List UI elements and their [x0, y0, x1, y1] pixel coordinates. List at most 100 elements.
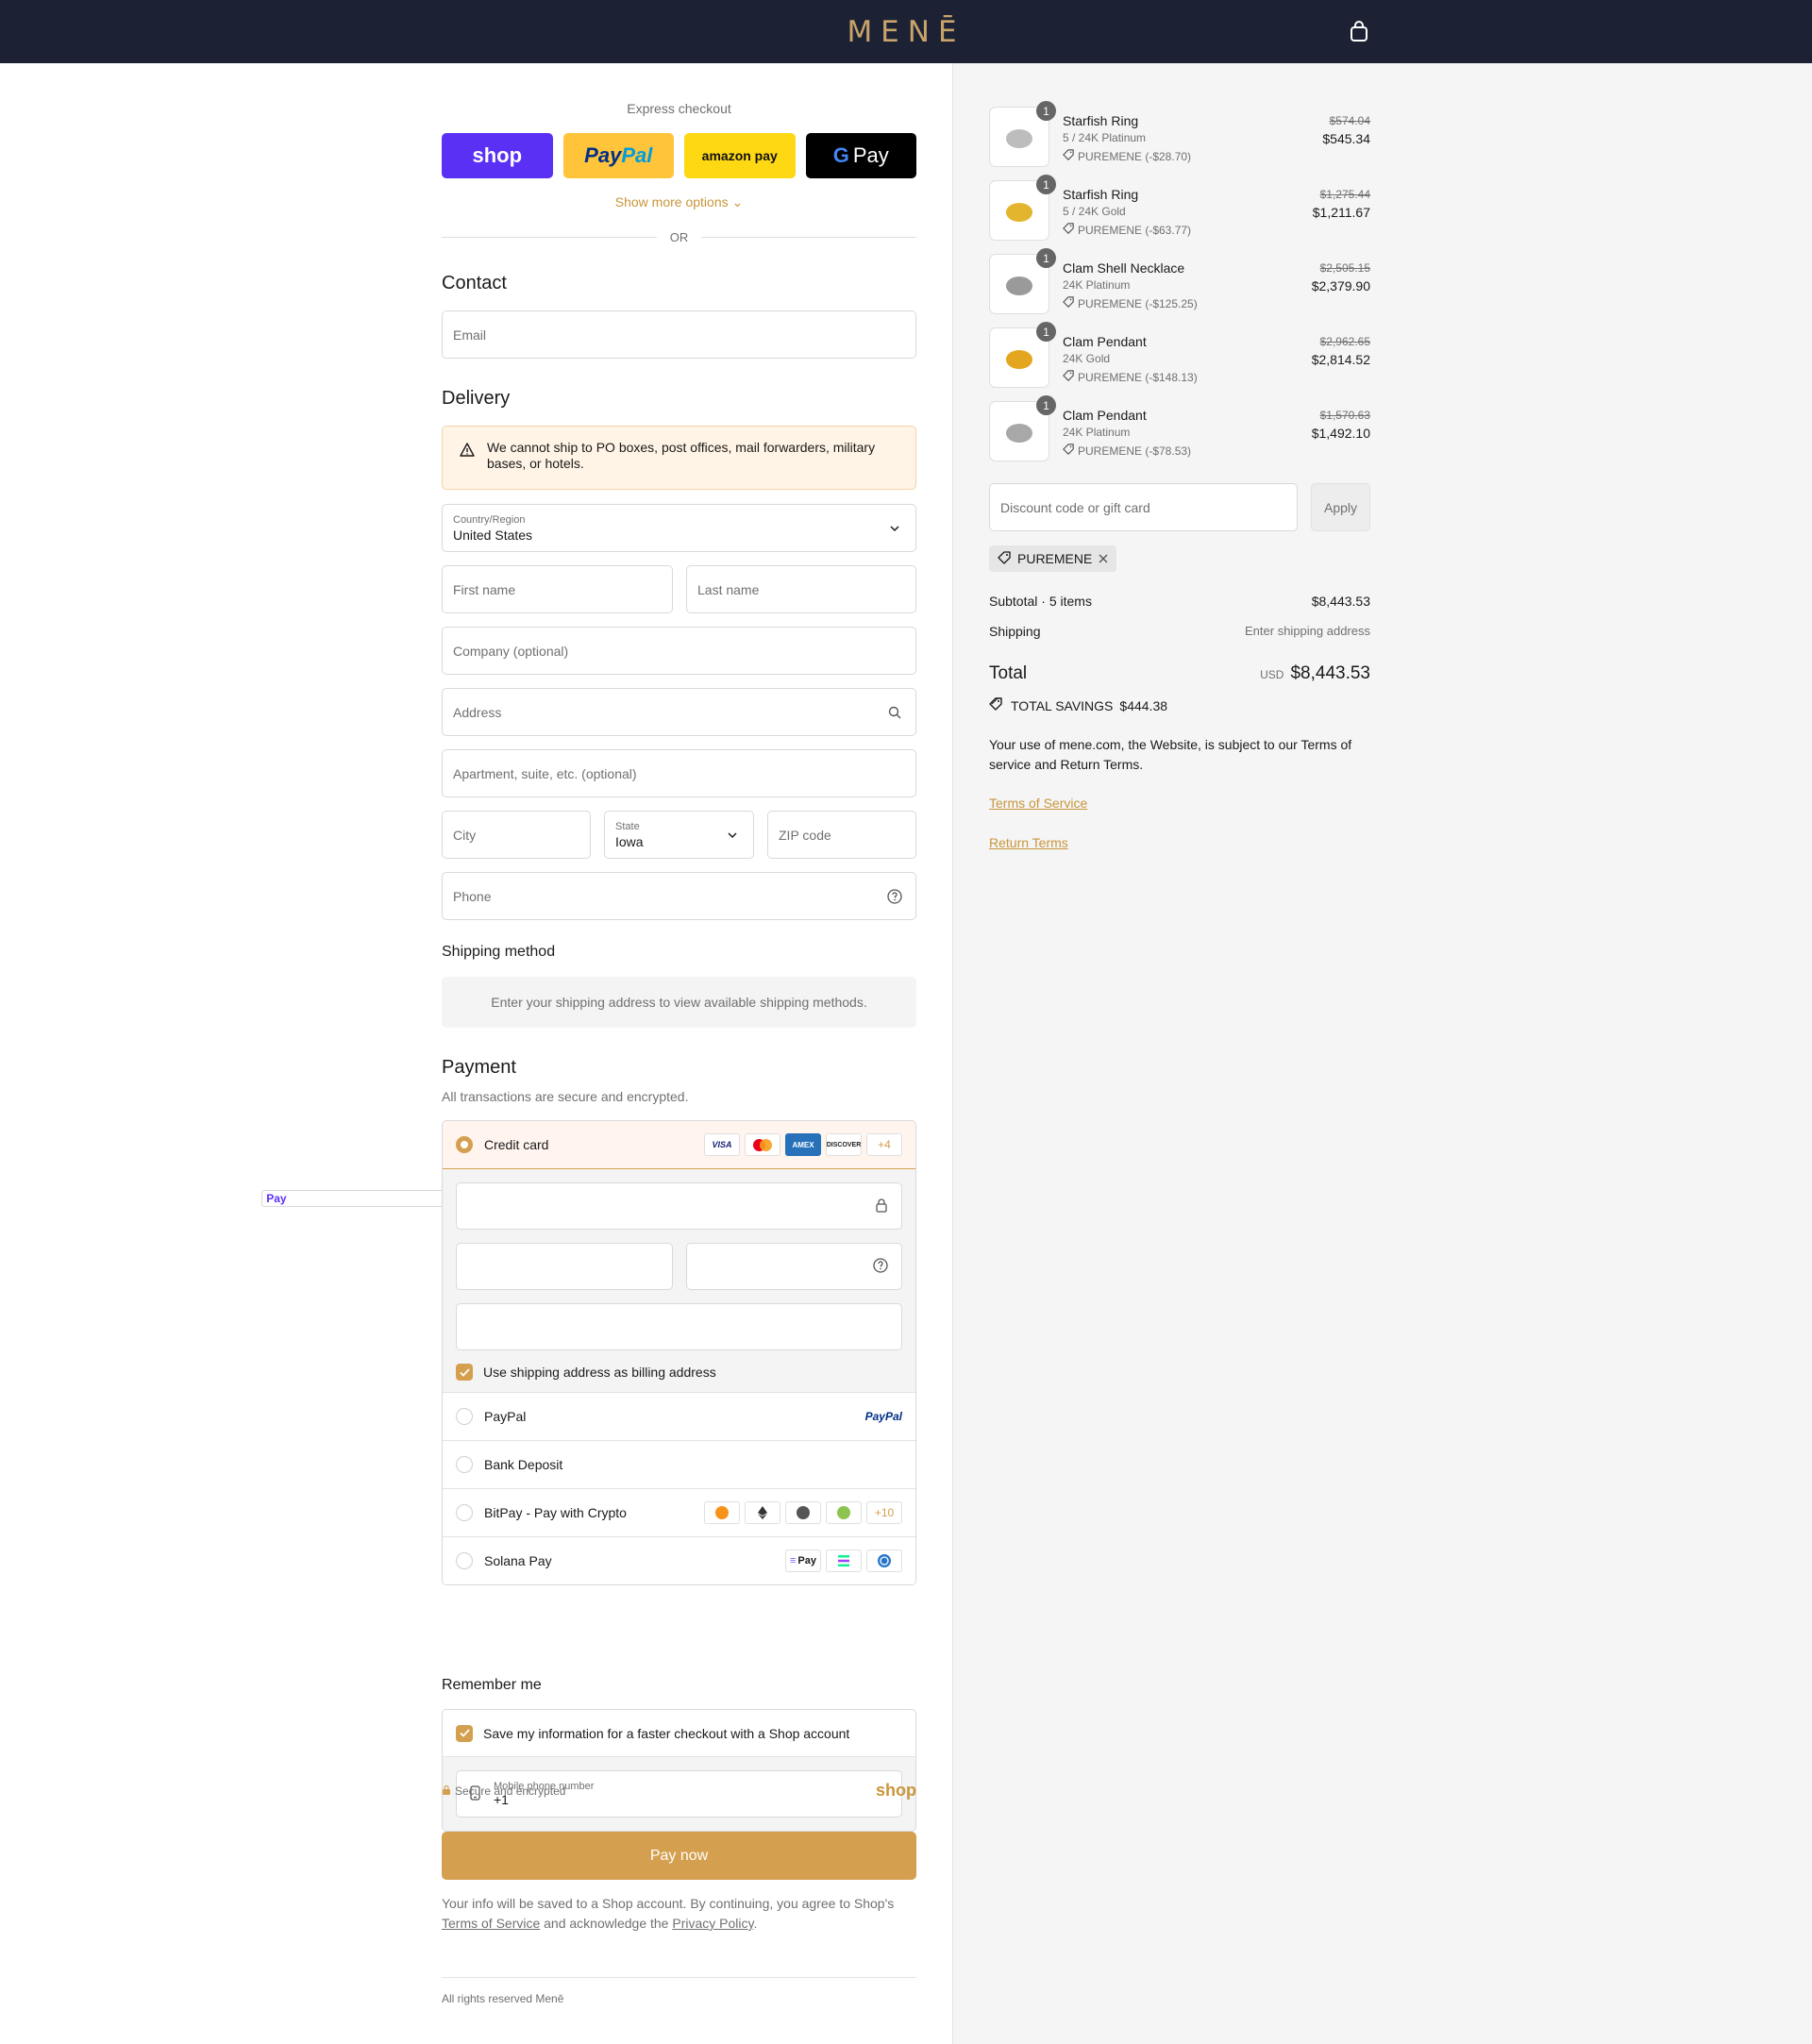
total-row: Total USD $8,443.53	[989, 663, 1370, 684]
paypal-button[interactable]: Pay Pal	[562, 133, 674, 178]
apartment-field[interactable]: Apartment, suite, etc. (optional)	[442, 749, 916, 797]
first-name-field[interactable]: First name	[442, 565, 673, 613]
solana-pay-badge: Pay	[797, 1555, 816, 1567]
discounted-price: $2,379.90	[1311, 278, 1370, 293]
show-more-options-label: Show more options	[614, 194, 729, 209]
solana-icons: ≡ Pay	[785, 1550, 902, 1572]
bank-deposit-label: Bank Deposit	[484, 1457, 563, 1472]
zip-field[interactable]: ZIP code	[767, 811, 916, 859]
mastercard-icon	[745, 1133, 780, 1156]
tag-icon	[1063, 223, 1078, 237]
paypal-radio[interactable]	[456, 1408, 473, 1425]
address-field[interactable]: Address	[442, 688, 916, 736]
billing-same-row[interactable]: Use shipping address as billing address	[456, 1358, 902, 1392]
line-item: 1 Clam Pendant 24K Platinum PUREMENE (-$78.…	[989, 395, 1370, 461]
brand-logo[interactable]: MENĒ	[0, 15, 1812, 49]
subtotal-label: Subtotal · 5 items	[989, 594, 1092, 609]
solana-pay-option[interactable]: Solana Pay ≡ Pay	[443, 1536, 915, 1584]
lock-icon	[442, 1784, 451, 1798]
divider-line	[701, 237, 916, 238]
email-placeholder: Email	[453, 327, 487, 343]
apartment-placeholder: Apartment, suite, etc. (optional)	[453, 765, 637, 781]
paypal-option[interactable]: PayPal PayPal	[443, 1392, 915, 1440]
consent-text-3: .	[753, 1916, 758, 1931]
total-savings: TOTAL SAVINGS $444.38	[989, 697, 1167, 713]
amazon-pay-button[interactable]: amazon pay	[684, 133, 796, 178]
city-placeholder: City	[453, 827, 477, 843]
solana-pay-radio[interactable]	[456, 1552, 473, 1569]
save-info-checkbox[interactable]	[456, 1724, 473, 1742]
contact-heading: Contact	[442, 273, 507, 293]
secure-label-group: Secure and encrypted	[442, 1784, 565, 1798]
close-icon[interactable]	[1099, 551, 1108, 566]
bank-deposit-option[interactable]: Bank Deposit	[443, 1440, 915, 1488]
credit-card-option[interactable]: Credit card VISA AMEX DISCOVER +4	[443, 1121, 915, 1169]
more-crypto-badge: +10	[866, 1501, 902, 1524]
cvv-field[interactable]	[685, 1243, 902, 1290]
company-field[interactable]: Company (optional)	[442, 627, 916, 675]
shop-terms-link[interactable]: Terms of Service	[442, 1916, 540, 1931]
email-field[interactable]: Email	[442, 310, 916, 359]
google-pay-button[interactable]: G Pay	[805, 133, 916, 178]
city-field[interactable]: City	[442, 811, 591, 859]
quantity-badge: 1	[1036, 175, 1056, 194]
product-discount-text: PUREMENE (-$28.70)	[1078, 149, 1192, 163]
product-thumbnail: 1	[989, 322, 1056, 388]
bag-icon[interactable]	[1346, 18, 1372, 44]
quantity-badge: 1	[1036, 322, 1056, 342]
show-more-options-link[interactable]: Show more options ⌄	[442, 194, 916, 210]
name-on-card-field[interactable]	[456, 1303, 902, 1350]
apply-button[interactable]: Apply	[1311, 483, 1370, 531]
shipping-row: Shipping Enter shipping address	[989, 624, 1370, 639]
shipping-notice-text: We cannot ship to PO boxes, post offices…	[487, 440, 876, 471]
pay-now-button[interactable]: Pay now	[442, 1832, 916, 1880]
bitpay-label: BitPay - Pay with Crypto	[484, 1505, 627, 1520]
bitpay-radio[interactable]	[456, 1504, 473, 1521]
discount-code-placeholder: Discount code or gift card	[1000, 499, 1150, 515]
help-icon[interactable]	[885, 887, 904, 906]
return-terms-link[interactable]: Return Terms	[989, 835, 1068, 850]
more-cards-badge: +4	[866, 1133, 902, 1156]
bitpay-option[interactable]: BitPay - Pay with Crypto +10	[443, 1488, 915, 1536]
original-price: $2,962.65	[1319, 335, 1370, 348]
product-discount-text: PUREMENE (-$63.77)	[1078, 223, 1192, 237]
privacy-policy-link[interactable]: Privacy Policy	[672, 1916, 753, 1931]
delivery-heading: Delivery	[442, 388, 511, 409]
credit-card-radio[interactable]	[456, 1136, 473, 1153]
country-select[interactable]: Country/Region United States	[442, 504, 916, 552]
top-header: MENĒ	[0, 0, 1812, 63]
savings-label: TOTAL SAVINGS	[1011, 697, 1114, 713]
lock-icon	[875, 1198, 888, 1215]
shipping-label: Shipping	[989, 624, 1041, 639]
product-variant: 5 / 24K Platinum	[1063, 131, 1147, 144]
discount-code-input[interactable]: Discount code or gift card	[989, 483, 1298, 531]
save-info-row[interactable]: Save my information for a faster checkou…	[443, 1710, 915, 1757]
help-icon[interactable]	[873, 1258, 888, 1276]
card-number-field[interactable]	[456, 1182, 902, 1230]
consent-text: Your info will be saved to a Shop accoun…	[442, 1894, 916, 1934]
billing-same-checkbox[interactable]	[456, 1364, 473, 1381]
payment-methods: Credit card VISA AMEX DISCOVER +4 Use sh…	[442, 1120, 916, 1585]
last-name-placeholder: Last name	[697, 581, 760, 597]
paypal-label-b: Pal	[621, 143, 653, 167]
shipping-method-heading: Shipping method	[442, 944, 556, 960]
terms-of-service-link[interactable]: Terms of Service	[989, 796, 1087, 811]
consent-text-2: and acknowledge the	[540, 1916, 673, 1931]
save-info-label: Save my information for a faster checkou…	[483, 1725, 850, 1741]
shipping-value: Enter shipping address	[1245, 624, 1370, 638]
bank-deposit-radio[interactable]	[456, 1456, 473, 1473]
phone-placeholder: Phone	[453, 888, 492, 904]
expiry-field[interactable]	[456, 1243, 673, 1290]
search-icon[interactable]	[885, 703, 904, 722]
state-select[interactable]: State Iowa	[604, 811, 754, 859]
last-name-field[interactable]: Last name	[686, 565, 916, 613]
state-label: State	[615, 820, 640, 832]
bitcoin-cash-icon	[826, 1501, 862, 1524]
solana-pay-icon: ≡ Pay	[785, 1550, 821, 1572]
country-value: United States	[453, 527, 533, 543]
phone-field[interactable]: Phone	[442, 872, 916, 920]
shop-pay-button[interactable]: shop Pay	[261, 133, 737, 1207]
original-price: $1,275.44	[1319, 188, 1370, 201]
or-label: OR	[669, 230, 689, 244]
shipping-notice: We cannot ship to PO boxes, post offices…	[442, 426, 916, 490]
